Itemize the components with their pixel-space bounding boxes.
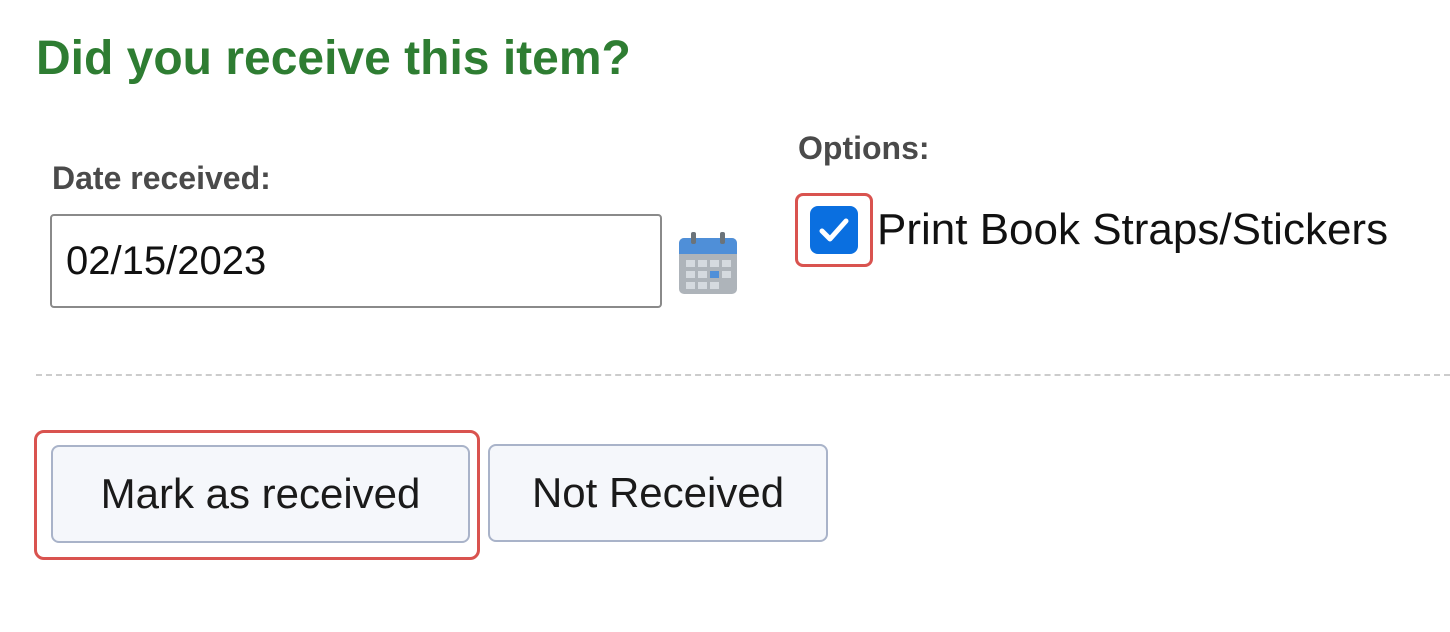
checkmark-icon bbox=[819, 218, 849, 242]
date-received-label: Date received: bbox=[52, 160, 271, 196]
calendar-icon[interactable] bbox=[677, 230, 739, 296]
divider bbox=[36, 374, 1450, 376]
option-print-straps[interactable]: Print Book Straps/Stickers bbox=[795, 193, 1388, 267]
print-straps-checkbox[interactable] bbox=[810, 206, 858, 254]
checkbox-highlight bbox=[795, 193, 873, 267]
page-title: Did you receive this item? bbox=[36, 32, 631, 85]
options-label: Options: bbox=[798, 130, 930, 166]
print-straps-label[interactable]: Print Book Straps/Stickers bbox=[877, 205, 1388, 255]
mark-as-received-button[interactable]: Mark as received bbox=[51, 445, 470, 543]
date-received-input[interactable] bbox=[50, 214, 662, 308]
not-received-button[interactable]: Not Received bbox=[488, 444, 828, 542]
